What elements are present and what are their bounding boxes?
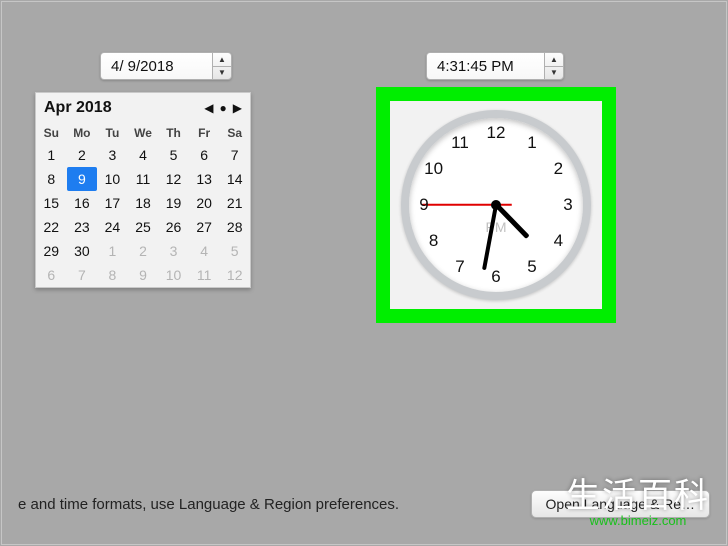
date-step-down-icon[interactable]: ▼ xyxy=(213,67,231,80)
cal-day[interactable]: 16 xyxy=(67,191,98,215)
cal-day[interactable]: 26 xyxy=(158,215,189,239)
calendar-header: Apr 2018 ◀ ● ▶ xyxy=(36,93,250,123)
cal-day[interactable]: 11 xyxy=(128,167,159,191)
cal-day[interactable]: 2 xyxy=(67,143,98,167)
clock-number: 6 xyxy=(484,265,508,289)
calendar: Apr 2018 ◀ ● ▶ SuMoTuWeThFrSa12345678910… xyxy=(35,92,251,288)
cal-day[interactable]: 5 xyxy=(158,143,189,167)
cal-day[interactable]: 9 xyxy=(128,263,159,287)
clock-number: 2 xyxy=(546,157,570,181)
cal-day[interactable]: 1 xyxy=(36,143,67,167)
open-language-region-button[interactable]: Open Language & Re… xyxy=(531,490,710,518)
cal-day[interactable]: 24 xyxy=(97,215,128,239)
calendar-grid: SuMoTuWeThFrSa12345678910111213141516171… xyxy=(36,123,250,287)
bottom-row: e and time formats, use Language & Regio… xyxy=(0,490,728,518)
clock-number: 1 xyxy=(520,131,544,155)
clock-number: 3 xyxy=(556,193,580,217)
date-stepper[interactable]: ▲ ▼ xyxy=(212,52,232,80)
cal-weekday: Mo xyxy=(67,123,98,143)
date-field[interactable]: ▲ ▼ xyxy=(100,52,232,80)
cal-day[interactable]: 4 xyxy=(189,239,220,263)
clock-number: 4 xyxy=(546,229,570,253)
clock-number: 7 xyxy=(448,255,472,279)
cal-day[interactable]: 12 xyxy=(219,263,250,287)
cal-weekday: Th xyxy=(158,123,189,143)
cal-day[interactable]: 28 xyxy=(219,215,250,239)
cal-day[interactable]: 6 xyxy=(189,143,220,167)
cal-day[interactable]: 1 xyxy=(97,239,128,263)
cal-day[interactable]: 10 xyxy=(97,167,128,191)
cal-day[interactable]: 27 xyxy=(189,215,220,239)
clock-panel: PM 121234567891011 xyxy=(390,101,602,309)
cal-day[interactable]: 25 xyxy=(128,215,159,239)
cal-day[interactable]: 19 xyxy=(158,191,189,215)
clock-number: 12 xyxy=(484,121,508,145)
cal-day[interactable]: 30 xyxy=(67,239,98,263)
cal-day[interactable]: 3 xyxy=(97,143,128,167)
time-input[interactable] xyxy=(426,52,544,80)
cal-day[interactable]: 8 xyxy=(36,167,67,191)
cal-weekday: Sa xyxy=(219,123,250,143)
calendar-month-label: Apr 2018 xyxy=(44,99,112,117)
clock-number: 8 xyxy=(422,229,446,253)
time-field[interactable]: ▲ ▼ xyxy=(426,52,564,80)
cal-day[interactable]: 15 xyxy=(36,191,67,215)
clock-pivot xyxy=(491,200,501,210)
clock-number: 10 xyxy=(422,157,446,181)
cal-prev-icon[interactable]: ◀ xyxy=(204,101,213,115)
time-stepper[interactable]: ▲ ▼ xyxy=(544,52,564,80)
cal-day[interactable]: 20 xyxy=(189,191,220,215)
calendar-nav: ◀ ● ▶ xyxy=(204,101,242,115)
cal-day[interactable]: 13 xyxy=(189,167,220,191)
time-step-up-icon[interactable]: ▲ xyxy=(545,53,563,67)
cal-day[interactable]: 3 xyxy=(158,239,189,263)
cal-weekday: We xyxy=(128,123,159,143)
clock-number: 5 xyxy=(520,255,544,279)
cal-weekday: Fr xyxy=(189,123,220,143)
cal-day[interactable]: 6 xyxy=(36,263,67,287)
cal-day[interactable]: 9 xyxy=(67,167,98,191)
clock-number: 9 xyxy=(412,193,436,217)
cal-day[interactable]: 7 xyxy=(219,143,250,167)
clock-highlight: PM 121234567891011 xyxy=(376,87,616,323)
cal-day[interactable]: 23 xyxy=(67,215,98,239)
formats-hint: e and time formats, use Language & Regio… xyxy=(18,496,399,513)
cal-day[interactable]: 7 xyxy=(67,263,98,287)
cal-day[interactable]: 21 xyxy=(219,191,250,215)
cal-day[interactable]: 14 xyxy=(219,167,250,191)
date-step-up-icon[interactable]: ▲ xyxy=(213,53,231,67)
cal-day[interactable]: 5 xyxy=(219,239,250,263)
cal-weekday: Su xyxy=(36,123,67,143)
cal-day[interactable]: 18 xyxy=(128,191,159,215)
clock-number: 11 xyxy=(448,131,472,155)
cal-day[interactable]: 22 xyxy=(36,215,67,239)
cal-next-icon[interactable]: ▶ xyxy=(233,101,242,115)
cal-day[interactable]: 12 xyxy=(158,167,189,191)
cal-day[interactable]: 29 xyxy=(36,239,67,263)
analog-clock[interactable]: PM 121234567891011 xyxy=(401,110,591,300)
cal-today-icon[interactable]: ● xyxy=(220,101,227,115)
cal-weekday: Tu xyxy=(97,123,128,143)
time-step-down-icon[interactable]: ▼ xyxy=(545,67,563,80)
cal-day[interactable]: 4 xyxy=(128,143,159,167)
date-input[interactable] xyxy=(100,52,212,80)
cal-day[interactable]: 11 xyxy=(189,263,220,287)
cal-day[interactable]: 10 xyxy=(158,263,189,287)
cal-day[interactable]: 8 xyxy=(97,263,128,287)
cal-day[interactable]: 17 xyxy=(97,191,128,215)
cal-day[interactable]: 2 xyxy=(128,239,159,263)
clock-minute-hand xyxy=(482,205,498,271)
